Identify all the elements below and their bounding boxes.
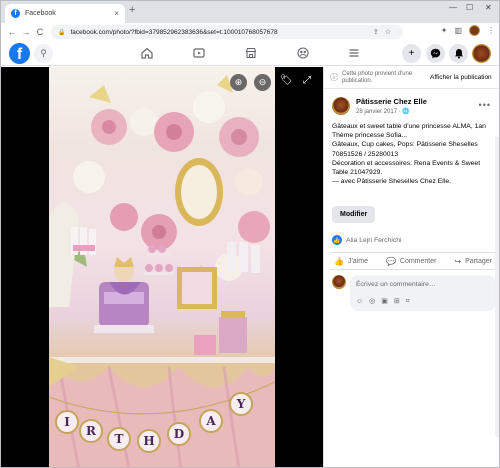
notice-text: Cette photo provient d'une publication. — [342, 70, 413, 84]
comment-label: Commenter — [399, 257, 437, 265]
post-date-text[interactable]: 28 janvier 2017 — [356, 109, 397, 115]
lock-icon: 🔒 — [58, 29, 66, 36]
banner-letter: H — [137, 429, 161, 453]
watch-icon[interactable] — [192, 47, 206, 61]
comment-button[interactable]: 💬 Commenter — [386, 257, 437, 266]
zoom-in-icon[interactable]: ⊕ — [230, 74, 247, 91]
banner-letter: R — [79, 419, 103, 443]
new-tab-button[interactable]: + — [129, 4, 135, 16]
reaction-name[interactable]: Alia Lejri Ferchichi — [346, 237, 402, 244]
more-options-icon[interactable]: ••• — [479, 100, 491, 110]
comment-tool-icons[interactable]: ☺◎▣⊞⌗ — [356, 297, 416, 306]
post-text-line: Thème princesse Sofia... — [332, 132, 408, 140]
author-name[interactable]: Pâtisserie Chez Elle — [356, 97, 427, 106]
menu-icon[interactable] — [347, 47, 361, 61]
share-button[interactable]: ↪ Partager — [454, 257, 492, 266]
like-button[interactable]: 👍 J'aime — [334, 257, 368, 266]
post-actions: 👍 J'aime 💬 Commenter ↪ Partager — [330, 252, 496, 270]
profile-avatar[interactable] — [469, 25, 480, 36]
banner-letter: A — [199, 409, 223, 433]
browser-menu-icon[interactable]: ⋮ — [487, 26, 495, 35]
post-source-notice: ⓘ Cette photo provient d'une publication… — [324, 67, 499, 89]
search-icon[interactable]: ⚲ — [34, 44, 53, 63]
reactions-row[interactable]: 👍 Alia Lejri Ferchichi — [332, 235, 402, 245]
facebook-navbar: f ⚲ + — [1, 41, 499, 66]
omnibox-action-icons[interactable]: ⇪☆ — [373, 28, 397, 36]
banner-letter: D — [167, 422, 191, 446]
facebook-favicon-icon: f — [11, 9, 20, 18]
tab-title: Facebook — [25, 10, 56, 17]
photo-viewer: IRTHDAY ⊕ ⊖ 🏷 ⤢ — [1, 67, 323, 467]
account-avatar[interactable] — [472, 44, 491, 63]
notifications-bell-icon[interactable] — [449, 44, 468, 63]
forward-icon[interactable]: → — [19, 27, 33, 37]
comment-icon: 💬 — [385, 256, 396, 266]
banner-letter: Y — [229, 392, 253, 416]
thumbs-up-icon: 👍 — [334, 256, 344, 266]
info-icon: ⓘ — [330, 73, 338, 82]
tag-icon[interactable]: 🏷 — [280, 75, 293, 86]
minimize-icon[interactable]: — — [449, 3, 457, 12]
facebook-logo-icon[interactable]: f — [9, 43, 30, 64]
fullscreen-icon[interactable]: ⤢ — [303, 75, 311, 86]
post-text-line: Décoration et accessoires: Rena Events &… — [332, 159, 481, 177]
post-text-line: — avec Pâtisserie Sheselles Chez Elle. — [332, 178, 451, 186]
browser-tab[interactable]: f Facebook × — [5, 4, 125, 23]
address-bar[interactable]: 🔒 facebook.com/photo/?fbid=3798529623836… — [51, 25, 403, 39]
browser-window: f Facebook × + — ☐ ✕ ← → C 🔒 facebook.co… — [0, 0, 500, 468]
messenger-icon[interactable] — [426, 44, 445, 63]
comment-input[interactable]: Écrivez un commentaire… ☺◎▣⊞⌗ — [350, 275, 496, 311]
sidepanel-icon[interactable]: ▥ — [454, 26, 462, 35]
post-text-line: Gâteaux, Cup cakes, Pops: Pâtisserie She… — [332, 141, 478, 158]
browser-extension-icons: ✦ ▥ ⋮ — [441, 25, 495, 36]
photo-image[interactable]: IRTHDAY — [49, 67, 275, 467]
home-icon[interactable] — [140, 47, 154, 61]
panel-scrollbar[interactable] — [495, 137, 499, 437]
post-author: Pâtisserie Chez Elle 28 janvier 2017 · 🌐 — [332, 97, 427, 115]
globe-icon: 🌐 — [402, 109, 410, 115]
comment-placeholder[interactable]: Écrivez un commentaire… — [356, 281, 490, 288]
banner-letter: I — [55, 410, 79, 434]
post-panel: ⓘ Cette photo provient d'une publication… — [323, 67, 499, 467]
reload-icon[interactable]: C — [33, 27, 47, 37]
zoom-out-icon[interactable]: ⊖ — [254, 74, 271, 91]
view-post-link[interactable]: Afficher la publication — [430, 74, 492, 81]
share-label: Partager — [465, 257, 492, 265]
create-icon[interactable]: + — [402, 44, 421, 63]
post-text-line: Gâteaux et sweet table d'une princesse A… — [332, 123, 486, 130]
banner-letter: T — [107, 427, 131, 451]
commenter-avatar — [332, 275, 346, 289]
post-text: Gâteaux et sweet table d'une princesse A… — [332, 122, 494, 186]
groups-icon[interactable] — [296, 47, 310, 61]
back-icon[interactable]: ← — [5, 27, 19, 37]
like-reaction-icon: 👍 — [332, 235, 342, 245]
tab-close-icon[interactable]: × — [114, 9, 119, 18]
marketplace-icon[interactable] — [244, 47, 258, 61]
edit-button[interactable]: Modifier — [332, 206, 376, 223]
maximize-icon[interactable]: ☐ — [466, 3, 473, 12]
close-window-icon[interactable]: ✕ — [485, 3, 492, 12]
extensions-icon[interactable]: ✦ — [441, 26, 448, 35]
share-icon: ↪ — [454, 256, 462, 266]
tab-strip: f Facebook × + — ☐ ✕ — [1, 1, 499, 23]
author-avatar[interactable] — [332, 97, 350, 115]
address-url[interactable]: facebook.com/photo/?fbid=379852962383636… — [70, 29, 277, 36]
like-label: J'aime — [347, 257, 368, 265]
post-date[interactable]: 28 janvier 2017 · 🌐 — [356, 108, 427, 115]
browser-toolbar: ← → C 🔒 facebook.com/photo/?fbid=3798529… — [1, 23, 499, 41]
